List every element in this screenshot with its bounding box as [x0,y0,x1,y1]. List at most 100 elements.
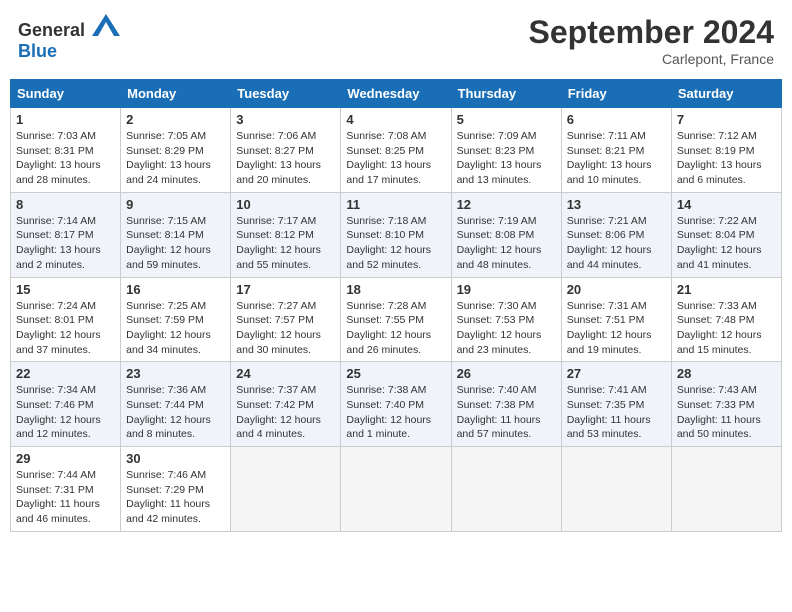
week-row-4: 22 Sunrise: 7:34 AMSunset: 7:46 PMDayligh… [11,362,782,447]
day-number: 9 [126,197,225,212]
day-number: 13 [567,197,666,212]
day-number: 6 [567,112,666,127]
day-number: 22 [16,366,115,381]
day-number: 30 [126,451,225,466]
calendar-header: General Blue September 2024 Carlepont, F… [10,10,782,71]
day-cell: 20 Sunrise: 7:31 AMSunset: 7:51 PMDayligh… [561,277,671,362]
location-title: Carlepont, France [529,51,774,67]
day-number: 16 [126,282,225,297]
logo: General Blue [18,14,120,62]
day-cell: 11 Sunrise: 7:18 AMSunset: 8:10 PMDayligh… [341,192,451,277]
day-info: Sunrise: 7:41 AMSunset: 7:35 PMDaylight:… [567,383,666,442]
day-number: 1 [16,112,115,127]
day-info: Sunrise: 7:09 AMSunset: 8:23 PMDaylight:… [457,129,556,188]
day-number: 19 [457,282,556,297]
day-cell: 7 Sunrise: 7:12 AMSunset: 8:19 PMDaylight… [671,108,781,193]
day-info: Sunrise: 7:25 AMSunset: 7:59 PMDaylight:… [126,299,225,358]
month-title: September 2024 [529,14,774,51]
day-cell: 2 Sunrise: 7:05 AMSunset: 8:29 PMDaylight… [121,108,231,193]
day-info: Sunrise: 7:33 AMSunset: 7:48 PMDaylight:… [677,299,776,358]
day-number: 23 [126,366,225,381]
day-number: 14 [677,197,776,212]
day-info: Sunrise: 7:31 AMSunset: 7:51 PMDaylight:… [567,299,666,358]
day-cell: 27Sunrise: 7:41 AMSunset: 7:35 PMDayligh… [561,362,671,447]
day-info: Sunrise: 7:24 AMSunset: 8:01 PMDaylight:… [16,299,115,358]
day-number: 28 [677,366,776,381]
day-number: 20 [567,282,666,297]
weekday-header-sunday: Sunday [11,80,121,108]
day-cell: 9Sunrise: 7:15 AMSunset: 8:14 PMDaylight… [121,192,231,277]
day-cell: 29 Sunrise: 7:44 AMSunset: 7:31 PMDayligh… [11,447,121,532]
day-info: Sunrise: 7:44 AMSunset: 7:31 PMDaylight:… [16,468,115,527]
day-cell: 30Sunrise: 7:46 AMSunset: 7:29 PMDayligh… [121,447,231,532]
day-number: 29 [16,451,115,466]
day-info: Sunrise: 7:27 AMSunset: 7:57 PMDaylight:… [236,299,335,358]
day-number: 17 [236,282,335,297]
day-info: Sunrise: 7:21 AMSunset: 8:06 PMDaylight:… [567,214,666,273]
day-info: Sunrise: 7:08 AMSunset: 8:25 PMDaylight:… [346,129,445,188]
day-info: Sunrise: 7:05 AMSunset: 8:29 PMDaylight:… [126,129,225,188]
day-info: Sunrise: 7:17 AMSunset: 8:12 PMDaylight:… [236,214,335,273]
day-number: 3 [236,112,335,127]
day-number: 8 [16,197,115,212]
week-row-2: 8 Sunrise: 7:14 AMSunset: 8:17 PMDaylight… [11,192,782,277]
day-cell [671,447,781,532]
title-area: September 2024 Carlepont, France [529,14,774,67]
weekday-header-saturday: Saturday [671,80,781,108]
day-cell: 15 Sunrise: 7:24 AMSunset: 8:01 PMDayligh… [11,277,121,362]
day-cell [231,447,341,532]
day-number: 26 [457,366,556,381]
day-cell: 28Sunrise: 7:43 AMSunset: 7:33 PMDayligh… [671,362,781,447]
day-number: 15 [16,282,115,297]
day-cell: 26 Sunrise: 7:40 AMSunset: 7:38 PMDayligh… [451,362,561,447]
day-number: 10 [236,197,335,212]
calendar-table: SundayMondayTuesdayWednesdayThursdayFrid… [10,79,782,532]
day-info: Sunrise: 7:19 AMSunset: 8:08 PMDaylight:… [457,214,556,273]
day-number: 18 [346,282,445,297]
day-cell: 24 Sunrise: 7:37 AMSunset: 7:42 PMDayligh… [231,362,341,447]
logo-general: General [18,20,85,40]
day-cell: 6 Sunrise: 7:11 AMSunset: 8:21 PMDaylight… [561,108,671,193]
day-cell: 5 Sunrise: 7:09 AMSunset: 8:23 PMDaylight… [451,108,561,193]
day-cell: 1Sunrise: 7:03 AMSunset: 8:31 PMDaylight… [11,108,121,193]
day-info: Sunrise: 7:37 AMSunset: 7:42 PMDaylight:… [236,383,335,442]
day-number: 5 [457,112,556,127]
day-cell: 14Sunrise: 7:22 AMSunset: 8:04 PMDayligh… [671,192,781,277]
day-info: Sunrise: 7:30 AMSunset: 7:53 PMDaylight:… [457,299,556,358]
day-info: Sunrise: 7:28 AMSunset: 7:55 PMDaylight:… [346,299,445,358]
day-number: 21 [677,282,776,297]
day-info: Sunrise: 7:40 AMSunset: 7:38 PMDaylight:… [457,383,556,442]
day-info: Sunrise: 7:14 AMSunset: 8:17 PMDaylight:… [16,214,115,273]
day-cell: 13 Sunrise: 7:21 AMSunset: 8:06 PMDayligh… [561,192,671,277]
day-info: Sunrise: 7:18 AMSunset: 8:10 PMDaylight:… [346,214,445,273]
day-info: Sunrise: 7:06 AMSunset: 8:27 PMDaylight:… [236,129,335,188]
week-row-3: 15 Sunrise: 7:24 AMSunset: 8:01 PMDayligh… [11,277,782,362]
day-cell: 10 Sunrise: 7:17 AMSunset: 8:12 PMDayligh… [231,192,341,277]
day-cell: 17 Sunrise: 7:27 AMSunset: 7:57 PMDayligh… [231,277,341,362]
logo-text: General Blue [18,14,120,62]
day-info: Sunrise: 7:34 AMSunset: 7:46 PMDaylight:… [16,383,115,442]
day-cell: 18 Sunrise: 7:28 AMSunset: 7:55 PMDayligh… [341,277,451,362]
day-number: 25 [346,366,445,381]
weekday-header-friday: Friday [561,80,671,108]
day-info: Sunrise: 7:11 AMSunset: 8:21 PMDaylight:… [567,129,666,188]
day-number: 11 [346,197,445,212]
day-cell: 8 Sunrise: 7:14 AMSunset: 8:17 PMDaylight… [11,192,121,277]
day-number: 7 [677,112,776,127]
weekday-header-wednesday: Wednesday [341,80,451,108]
day-cell: 25 Sunrise: 7:38 AMSunset: 7:40 PMDayligh… [341,362,451,447]
weekday-header-tuesday: Tuesday [231,80,341,108]
day-cell: 21 Sunrise: 7:33 AMSunset: 7:48 PMDayligh… [671,277,781,362]
day-cell: 22 Sunrise: 7:34 AMSunset: 7:46 PMDayligh… [11,362,121,447]
day-info: Sunrise: 7:12 AMSunset: 8:19 PMDaylight:… [677,129,776,188]
day-number: 12 [457,197,556,212]
day-cell: 16 Sunrise: 7:25 AMSunset: 7:59 PMDayligh… [121,277,231,362]
day-info: Sunrise: 7:36 AMSunset: 7:44 PMDaylight:… [126,383,225,442]
day-number: 2 [126,112,225,127]
day-number: 24 [236,366,335,381]
day-info: Sunrise: 7:38 AMSunset: 7:40 PMDaylight:… [346,383,445,442]
logo-icon [92,14,120,36]
day-cell [561,447,671,532]
day-cell: 4Sunrise: 7:08 AMSunset: 8:25 PMDaylight… [341,108,451,193]
logo-blue: Blue [18,41,57,61]
